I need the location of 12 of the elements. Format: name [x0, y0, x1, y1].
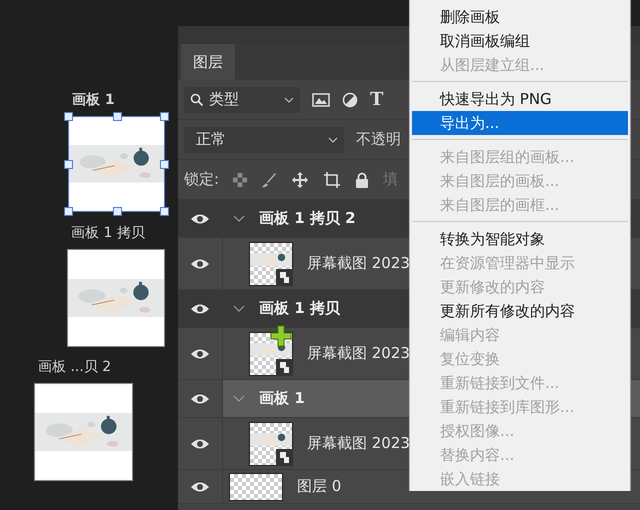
- layer-name: 屏幕截图 2023: [307, 344, 410, 363]
- layer-name: 屏幕截图 2023: [307, 254, 410, 273]
- layer-name: 画板 1: [259, 389, 305, 408]
- lock-label: 锁定:: [184, 170, 220, 189]
- artboard-label: 画板 ...贝 2: [37, 358, 112, 377]
- artboard-label: 画板 1: [71, 91, 115, 110]
- opacity-label: 不透明: [356, 130, 401, 149]
- artboard-label: 画板 1 拷贝: [70, 224, 145, 243]
- layer-name: 画板 1 拷贝: [259, 299, 340, 318]
- layer-name: 画板 1 拷贝 2: [259, 209, 356, 228]
- layer-name: 屏幕截图 2023: [307, 434, 410, 453]
- layer-name: 图层 0: [297, 477, 342, 496]
